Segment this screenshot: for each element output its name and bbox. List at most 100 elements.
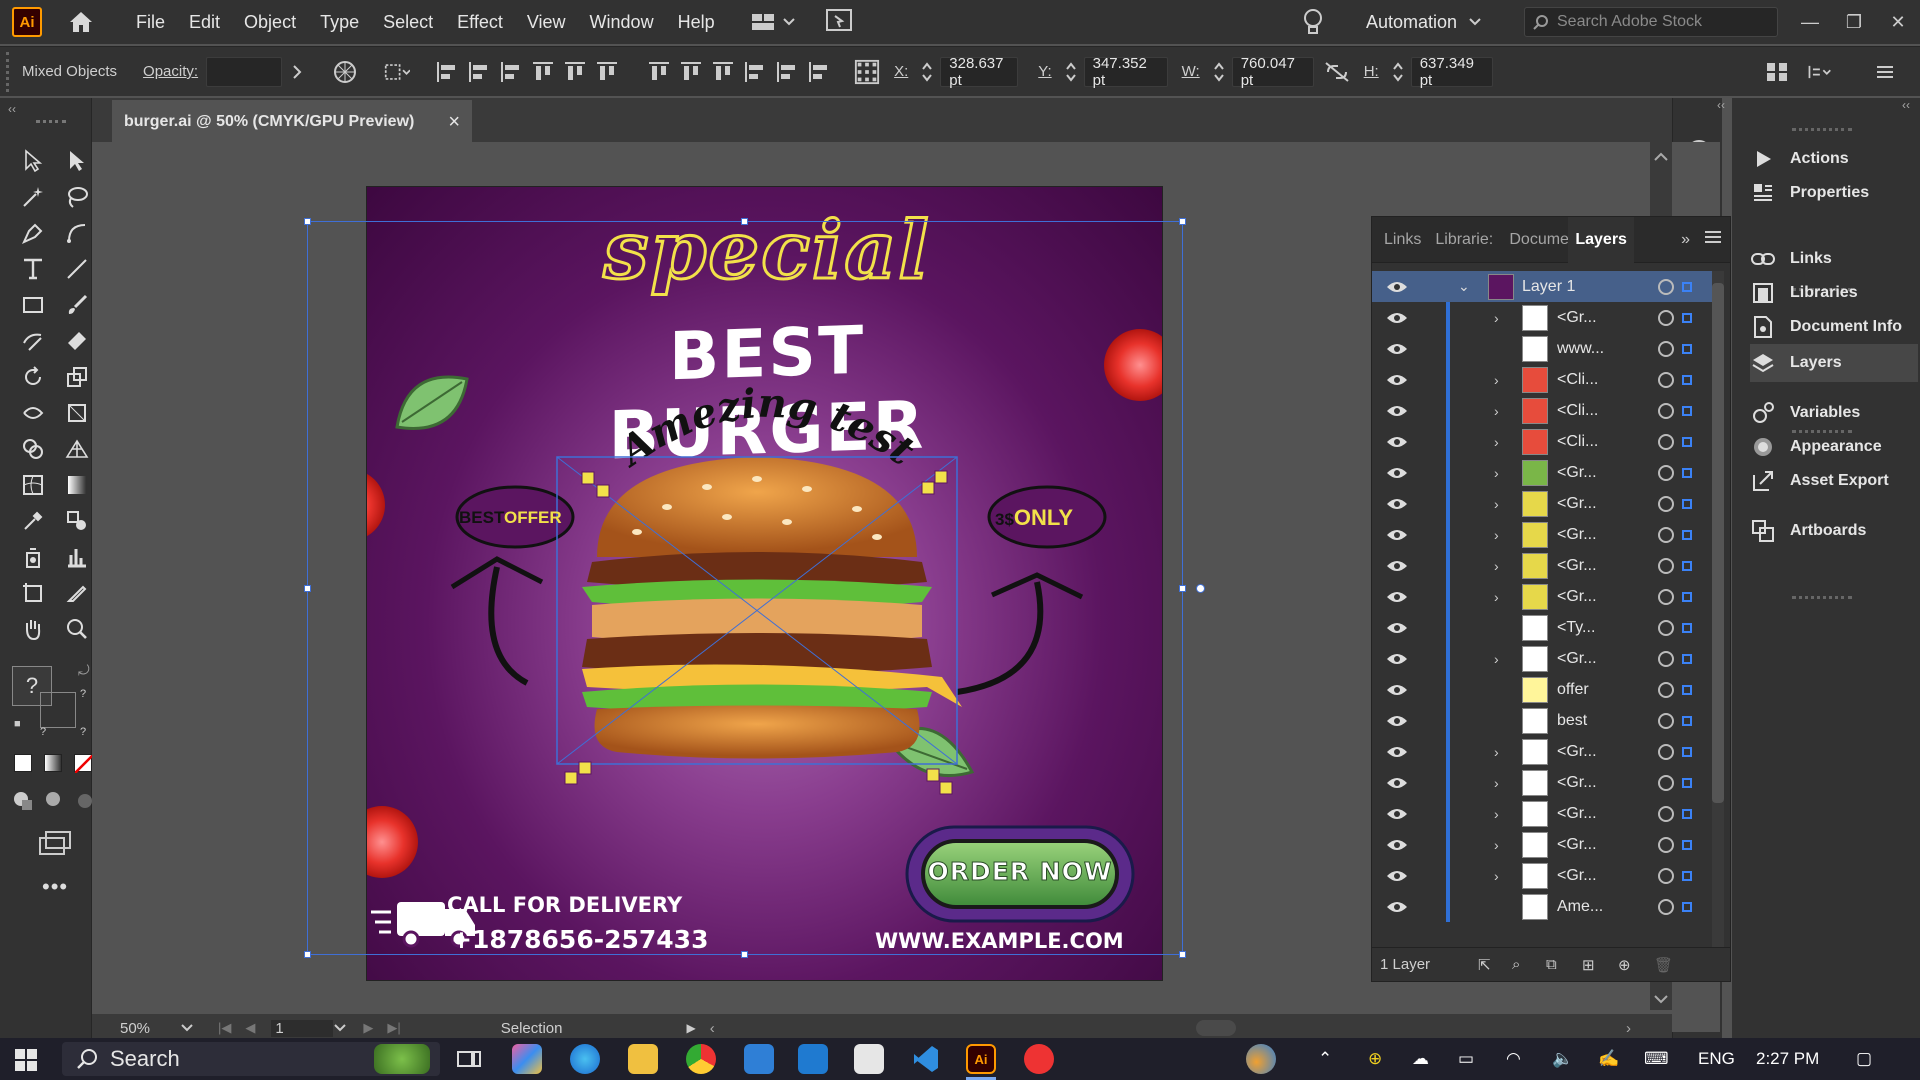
dock-item-artboards[interactable]: Artboards [1750,512,1866,550]
visibility-eye-icon[interactable] [1386,621,1408,635]
workspace-switcher[interactable] [751,12,795,32]
visibility-eye-icon[interactable] [1386,404,1408,418]
menu-object[interactable]: Object [232,0,308,44]
distribute-right-icon[interactable] [806,59,832,85]
resize-handle-right[interactable] [1179,585,1186,592]
pen-tool-icon[interactable] [18,218,48,248]
tray-app-icon[interactable]: ⊕ [1368,1038,1382,1080]
layer-item-name[interactable]: <Gr... [1557,557,1597,575]
selection-indicator[interactable] [1682,746,1692,757]
selection-indicator[interactable] [1682,715,1692,726]
target-circle-icon[interactable] [1658,743,1674,760]
menu-type[interactable]: Type [308,0,371,44]
expand-arrow-icon[interactable]: › [1494,403,1499,419]
dock-item-variables[interactable]: Variables [1750,394,1860,432]
layer-item-name[interactable]: <Cli... [1557,433,1598,451]
taskbar-search-box[interactable]: Search [62,1042,440,1076]
menu-edit[interactable]: Edit [177,0,232,44]
home-icon[interactable] [64,5,98,39]
expand-dock-icon[interactable]: ‹‹ [1717,98,1725,112]
curvature-tool-icon[interactable] [62,218,92,248]
perspective-grid-tool-icon[interactable] [62,434,92,464]
dock-item-links[interactable]: Links [1750,240,1832,278]
x-stepper-icon[interactable] [914,59,940,85]
visibility-eye-icon[interactable] [1386,838,1408,852]
visibility-eye-icon[interactable] [1386,342,1408,356]
eraser-tool-icon[interactable] [62,326,92,356]
collapse-dock-icon[interactable]: ‹‹ [1902,98,1910,112]
paintbrush-tool-icon[interactable] [62,290,92,320]
make-clipping-mask-icon[interactable]: ⧉ [1546,956,1557,973]
search-adobe-stock-input[interactable]: Search Adobe Stock [1524,7,1778,37]
layer-row[interactable]: › <Gr... [1372,457,1712,488]
distribute-top-icon[interactable] [646,59,672,85]
target-circle-icon[interactable] [1658,557,1674,574]
locate-object-icon[interactable]: ⌕ [1512,956,1520,973]
type-tool-icon[interactable] [18,254,48,284]
distribute-left-icon[interactable] [742,59,768,85]
expand-arrow-icon[interactable]: › [1494,651,1499,667]
menu-effect[interactable]: Effect [445,0,515,44]
height-field[interactable]: 637.349 pt [1410,55,1493,89]
layer-row[interactable]: Ame... [1372,891,1712,922]
restore-button[interactable]: ❐ [1834,0,1874,44]
layer-item-name[interactable]: <Gr... [1557,867,1597,885]
shaper-tool-icon[interactable] [18,326,48,356]
selection-indicator[interactable] [1682,436,1692,447]
layer-item-name[interactable]: <Gr... [1557,805,1597,823]
visibility-eye-icon[interactable] [1386,683,1408,697]
layer-row[interactable]: › <Gr... [1372,488,1712,519]
document-tab[interactable]: burger.ai @ 50% (CMYK/GPU Preview) × [112,100,472,142]
layer-item-name[interactable]: <Cli... [1557,371,1598,389]
slice-tool-icon[interactable] [62,578,92,608]
layer-item-name[interactable]: <Gr... [1557,495,1597,513]
zoom-tool-icon[interactable] [62,614,92,644]
gradient-tool-icon[interactable] [62,470,92,500]
constrain-proportions-icon[interactable] [1324,59,1350,85]
align-top-icon[interactable] [530,59,556,85]
horizontal-scroll-thumb[interactable] [1196,1020,1236,1036]
more-tabs-icon[interactable]: » [1681,231,1690,249]
h-stepper-icon[interactable] [1385,59,1411,85]
create-sublayer-icon[interactable]: ⊞ [1582,956,1595,974]
layer-item-name[interactable]: <Gr... [1557,526,1597,544]
x-position-field[interactable]: 328.637 pt [940,55,1019,89]
selection-indicator[interactable] [1682,901,1692,912]
target-circle-icon[interactable] [1658,619,1674,636]
scroll-right-icon[interactable]: › [1626,1020,1631,1037]
last-artboard-icon[interactable]: ▶| [387,1020,400,1036]
resize-handle-left[interactable] [304,585,311,592]
selection-indicator[interactable] [1682,405,1692,416]
visibility-eye-icon[interactable] [1386,714,1408,728]
close-window-button[interactable]: ✕ [1878,0,1918,44]
target-circle-icon[interactable] [1658,309,1674,326]
selection-indicator[interactable] [1682,777,1692,788]
layer-name[interactable]: Layer 1 [1522,278,1575,296]
target-circle-icon[interactable] [1658,402,1674,419]
layer-item-name[interactable]: <Gr... [1557,743,1597,761]
panel-menu-icon[interactable] [1704,230,1722,249]
lightbulb-icon[interactable] [1302,8,1324,41]
align-horizontal-center-icon[interactable] [466,59,492,85]
opacity-field[interactable] [206,56,283,87]
visibility-eye-icon[interactable] [1386,900,1408,914]
layer-row[interactable]: www... [1372,333,1712,364]
menu-file[interactable]: File [124,0,177,44]
width-tool-icon[interactable] [18,398,48,428]
hand-tool-icon[interactable] [18,614,48,644]
scale-tool-icon[interactable] [62,362,92,392]
artboard-tool-icon[interactable] [18,578,48,608]
layer-row-layer-1[interactable]: ⌄ Layer 1 [1372,271,1712,302]
visibility-eye-icon[interactable] [1386,435,1408,449]
screen-mode-icon[interactable] [38,830,72,861]
selection-indicator[interactable] [1682,529,1692,540]
visibility-eye-icon[interactable] [1386,869,1408,883]
selection-indicator[interactable] [1682,653,1692,664]
symbol-sprayer-tool-icon[interactable] [18,542,48,572]
transform-reference-icon[interactable] [854,59,880,85]
visibility-eye-icon[interactable] [1386,280,1408,294]
expand-arrow-icon[interactable]: › [1494,837,1499,853]
layer-row[interactable]: › <Gr... [1372,767,1712,798]
layer-item-name[interactable]: www... [1557,340,1604,358]
notifications-icon[interactable]: ▢ [1856,1038,1872,1080]
